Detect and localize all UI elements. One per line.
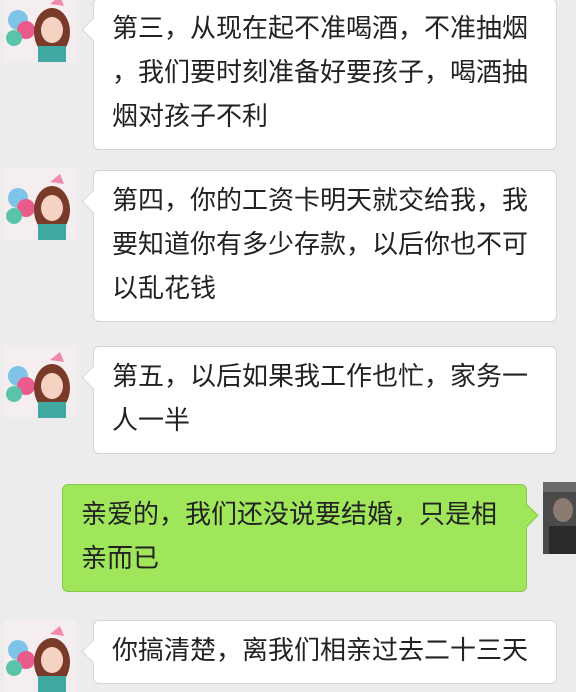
contact-avatar[interactable] (4, 620, 76, 692)
message-bubble[interactable]: 第五，以后如果我工作也忙，家务一 人一半 (93, 346, 557, 454)
contact-avatar[interactable] (4, 0, 76, 62)
message-line: 第三，从现在起不准喝酒，不准抽烟 (112, 14, 529, 44)
message-line: 以乱花钱 (112, 274, 217, 304)
user-avatar[interactable] (543, 482, 576, 554)
message-line: 亲而已 (81, 544, 160, 574)
message-bubble[interactable]: 第四，你的工资卡明天就交给我，我 要知道你有多少存款，以后你也不可 以乱花钱 (93, 170, 557, 322)
message-line: 你搞清楚，离我们相亲过去二十三天 (112, 636, 529, 666)
message-line: 亲爱的，我们还没说要结婚，只是相 (81, 500, 498, 530)
message-line: 人一半 (112, 406, 191, 436)
message-bubble-outgoing[interactable]: 亲爱的，我们还没说要结婚，只是相 亲而已 (62, 484, 527, 592)
message-line: 第四，你的工资卡明天就交给我，我 (112, 186, 529, 216)
contact-avatar[interactable] (4, 346, 76, 418)
message-bubble[interactable]: 你搞清楚，离我们相亲过去二十三天 (93, 620, 557, 684)
message-bubble[interactable]: 第三，从现在起不准喝酒，不准抽烟 ，我们要时刻准备好要孩子，喝酒抽 烟对孩子不利 (93, 0, 557, 150)
message-line: 要知道你有多少存款，以后你也不可 (112, 230, 529, 260)
message-line: ，我们要时刻准备好要孩子，喝酒抽 (112, 58, 529, 88)
message-line: 第五，以后如果我工作也忙，家务一 (112, 362, 529, 392)
contact-avatar[interactable] (4, 168, 76, 240)
message-line: 烟对孩子不利 (112, 102, 269, 132)
